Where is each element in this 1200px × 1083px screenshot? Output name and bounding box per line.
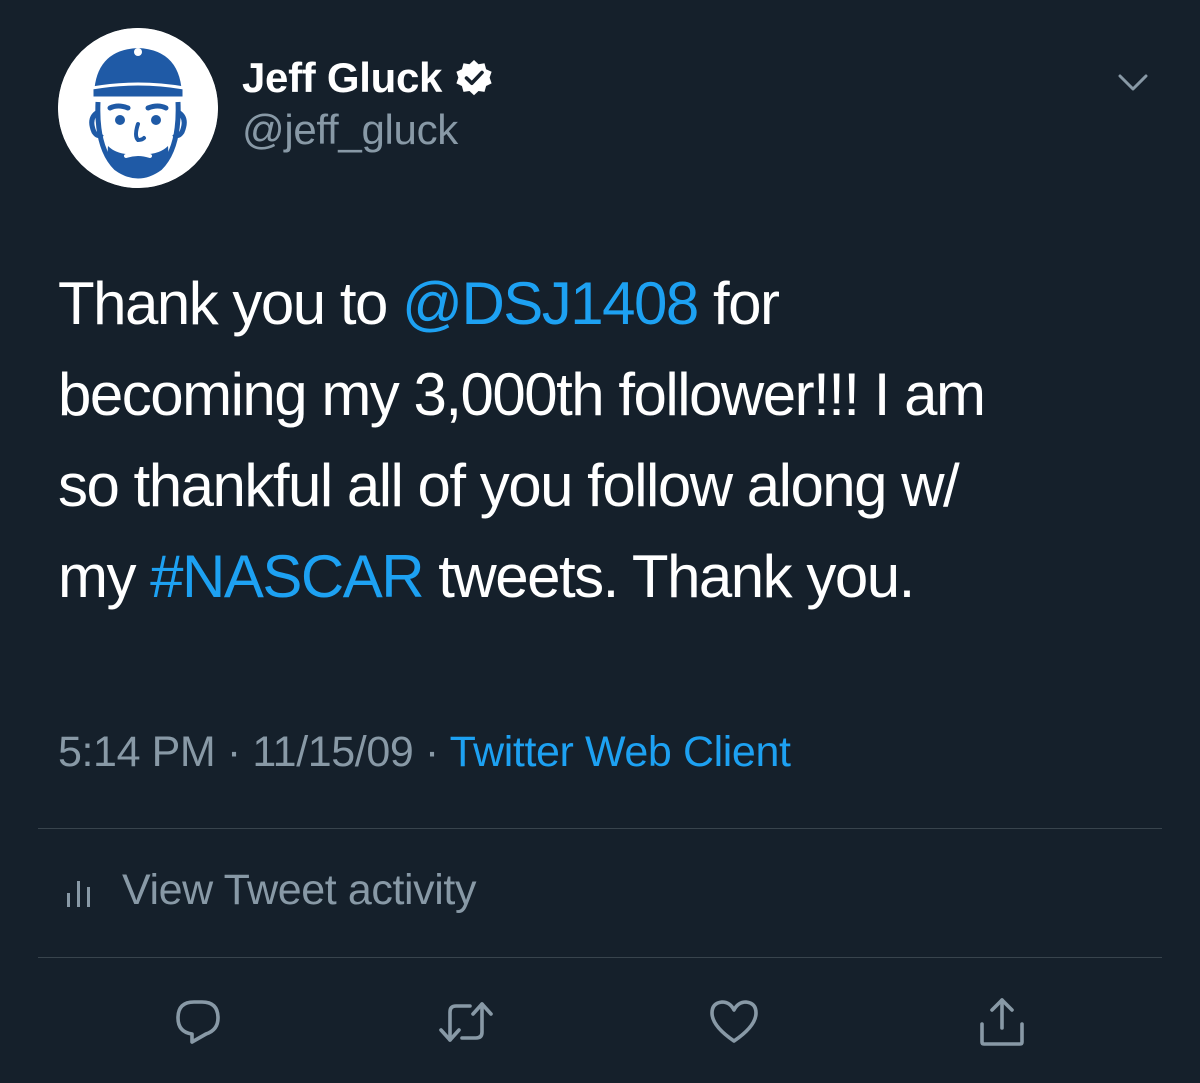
tweet-text-segment: for	[697, 270, 780, 337]
like-icon	[710, 1000, 758, 1043]
reply-icon	[176, 1000, 220, 1044]
display-name[interactable]: Jeff Gluck	[242, 54, 442, 102]
tweet-date: 11/15/09	[252, 728, 414, 776]
verified-badge-icon	[456, 60, 492, 96]
like-button[interactable]	[702, 990, 766, 1054]
retweet-button[interactable]	[434, 990, 498, 1054]
tweet-text-segment: Thank you to	[58, 270, 403, 337]
tweet-line: becoming my 3,000th follower!!! I am	[58, 349, 1158, 440]
bar-chart-icon	[67, 881, 90, 907]
tweet-line: Thank you to @DSJ1408 for	[58, 258, 1158, 349]
tweet-meta: 5:14 PM · 11/15/09 · Twitter Web Client	[58, 728, 791, 777]
user-handle[interactable]: @jeff_gluck	[242, 106, 458, 154]
tweet-text: Thank you to @DSJ1408 for becoming my 3,…	[58, 258, 1158, 622]
avatar[interactable]	[58, 28, 218, 188]
retweet-icon	[439, 1002, 493, 1042]
tweet-line: so thankful all of you follow along w/	[58, 440, 1158, 531]
chevron-down-icon[interactable]	[1116, 68, 1150, 98]
divider	[38, 828, 1162, 829]
tweet-text-segment: tweets. Thank you.	[423, 543, 915, 610]
divider	[38, 957, 1162, 958]
view-tweet-activity-button[interactable]: View Tweet activity	[64, 862, 476, 918]
tweet-text-segment: so thankful all of you follow along w/	[58, 452, 960, 519]
avatar-face-icon	[58, 28, 218, 188]
share-icon	[980, 998, 1024, 1046]
hashtag-link[interactable]: #NASCAR	[150, 543, 424, 610]
tweet-text-segment: becoming my 3,000th follower!!! I am	[58, 361, 986, 428]
tweet-text-segment: my	[58, 543, 151, 610]
view-tweet-activity-label: View Tweet activity	[122, 865, 477, 914]
tweet-source-link[interactable]: Twitter Web Client	[450, 728, 791, 776]
meta-separator: ·	[413, 728, 450, 776]
tweet-line: my #NASCAR tweets. Thank you.	[58, 531, 1158, 622]
reply-button[interactable]	[166, 990, 230, 1054]
mention-link[interactable]: @DSJ1408	[402, 270, 699, 337]
tweet-time: 5:14 PM	[58, 728, 216, 776]
share-button[interactable]	[970, 990, 1034, 1054]
user-name-row[interactable]: Jeff Gluck	[242, 50, 494, 106]
meta-separator: ·	[215, 728, 253, 776]
